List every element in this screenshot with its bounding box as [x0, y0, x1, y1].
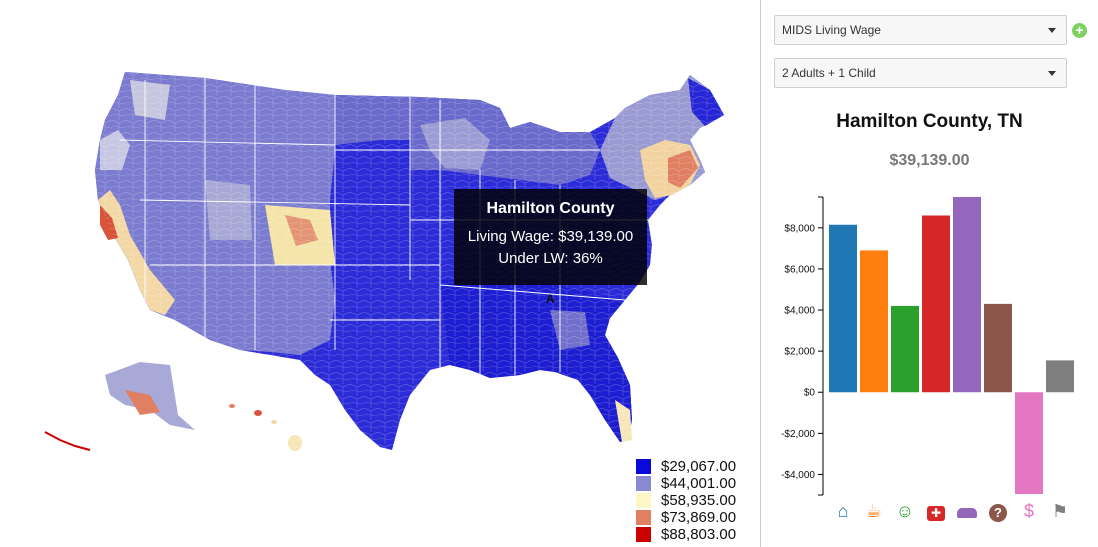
map-legend: $29,067.00 $44,001.00 $58,935.00 $73,869.00… [636, 458, 736, 543]
budget-bar-chart: -$4,000 -$2,000 $0 $2,000 $4,000 $6,000 $8,000 [781, 196, 1074, 496]
legend-swatch [636, 476, 651, 491]
child-icon[interactable]: ☺ [894, 500, 916, 522]
detail-panel: MIDS Living Wage + 2 Adults + 1 Child Ha… [761, 0, 1098, 547]
question-icon[interactable]: ? [987, 500, 1009, 522]
legend-item: $58,935.00 [636, 492, 736, 509]
dataset-select[interactable]: MIDS Living Wage [774, 15, 1067, 45]
legend-label: $29,067.00 [661, 458, 737, 475]
y-tick-label: -$4,000 [781, 470, 815, 481]
chevron-down-icon [1048, 28, 1056, 33]
bar-food[interactable] [860, 250, 888, 393]
county-title: Hamilton County, TN [836, 111, 1023, 132]
legend-swatch [636, 493, 651, 508]
home-icon[interactable]: ⌂ [832, 500, 854, 522]
bar-taxes[interactable] [1015, 392, 1043, 494]
legend-swatch [636, 527, 651, 542]
chevron-down-icon [1048, 71, 1056, 76]
bar-transportation[interactable] [953, 197, 981, 393]
selected-county-marker[interactable]: A [546, 292, 555, 306]
legend-label: $44,001.00 [661, 475, 737, 492]
car-icon[interactable] [956, 500, 978, 522]
category-icons: ⌂ ☕ ☺ ✚? $ ⚑ [761, 500, 1098, 524]
add-button[interactable]: + [1072, 23, 1087, 38]
y-tick-label: $0 [804, 388, 816, 399]
legend-item: $73,869.00 [636, 509, 736, 526]
legend-item: $44,001.00 [636, 475, 736, 492]
flag-icon[interactable]: ⚑ [1049, 500, 1071, 522]
county-wage: $39,139.00 [889, 152, 970, 169]
bar-housing[interactable] [829, 224, 857, 393]
map-alaska-chain [44, 431, 91, 451]
legend-label: $73,869.00 [661, 509, 737, 526]
legend-label: $88,803.00 [661, 526, 737, 543]
bar-child-care[interactable] [891, 305, 919, 393]
y-tick-label: $8,000 [784, 223, 815, 234]
legend-swatch [636, 459, 651, 474]
money-hand-icon[interactable]: $ [1018, 500, 1040, 522]
bar-misc[interactable] [1046, 360, 1074, 393]
legend-label: $58,935.00 [661, 492, 737, 509]
map-hawaii[interactable] [229, 404, 302, 451]
dataset-select-value: MIDS Living Wage [782, 23, 881, 37]
tooltip-under-lw: Under LW: 36% [498, 250, 603, 267]
family-select-value: 2 Adults + 1 Child [782, 66, 876, 80]
y-tick-label: $2,000 [784, 347, 815, 358]
coffee-icon[interactable]: ☕ [863, 500, 885, 522]
legend-swatch [636, 510, 651, 525]
county-tooltip: Hamilton County Living Wage: $39,139.00 … [454, 189, 647, 285]
legend-item: $29,067.00 [636, 458, 736, 475]
choropleth-map[interactable]: A Hamilton County Living Wage: $39,139.0… [0, 0, 760, 547]
y-tick-label: -$2,000 [781, 429, 815, 440]
bar-other[interactable] [984, 303, 1012, 393]
family-size-select[interactable]: 2 Adults + 1 Child [774, 58, 1067, 88]
y-tick-label: $6,000 [784, 264, 815, 275]
tooltip-title: Hamilton County [486, 200, 615, 217]
bar-medical[interactable] [922, 215, 950, 393]
y-tick-label: $4,000 [784, 306, 815, 317]
medical-kit-icon[interactable]: ✚ [925, 500, 947, 522]
legend-item: $88,803.00 [636, 526, 736, 543]
tooltip-living-wage: Living Wage: $39,139.00 [467, 228, 634, 245]
